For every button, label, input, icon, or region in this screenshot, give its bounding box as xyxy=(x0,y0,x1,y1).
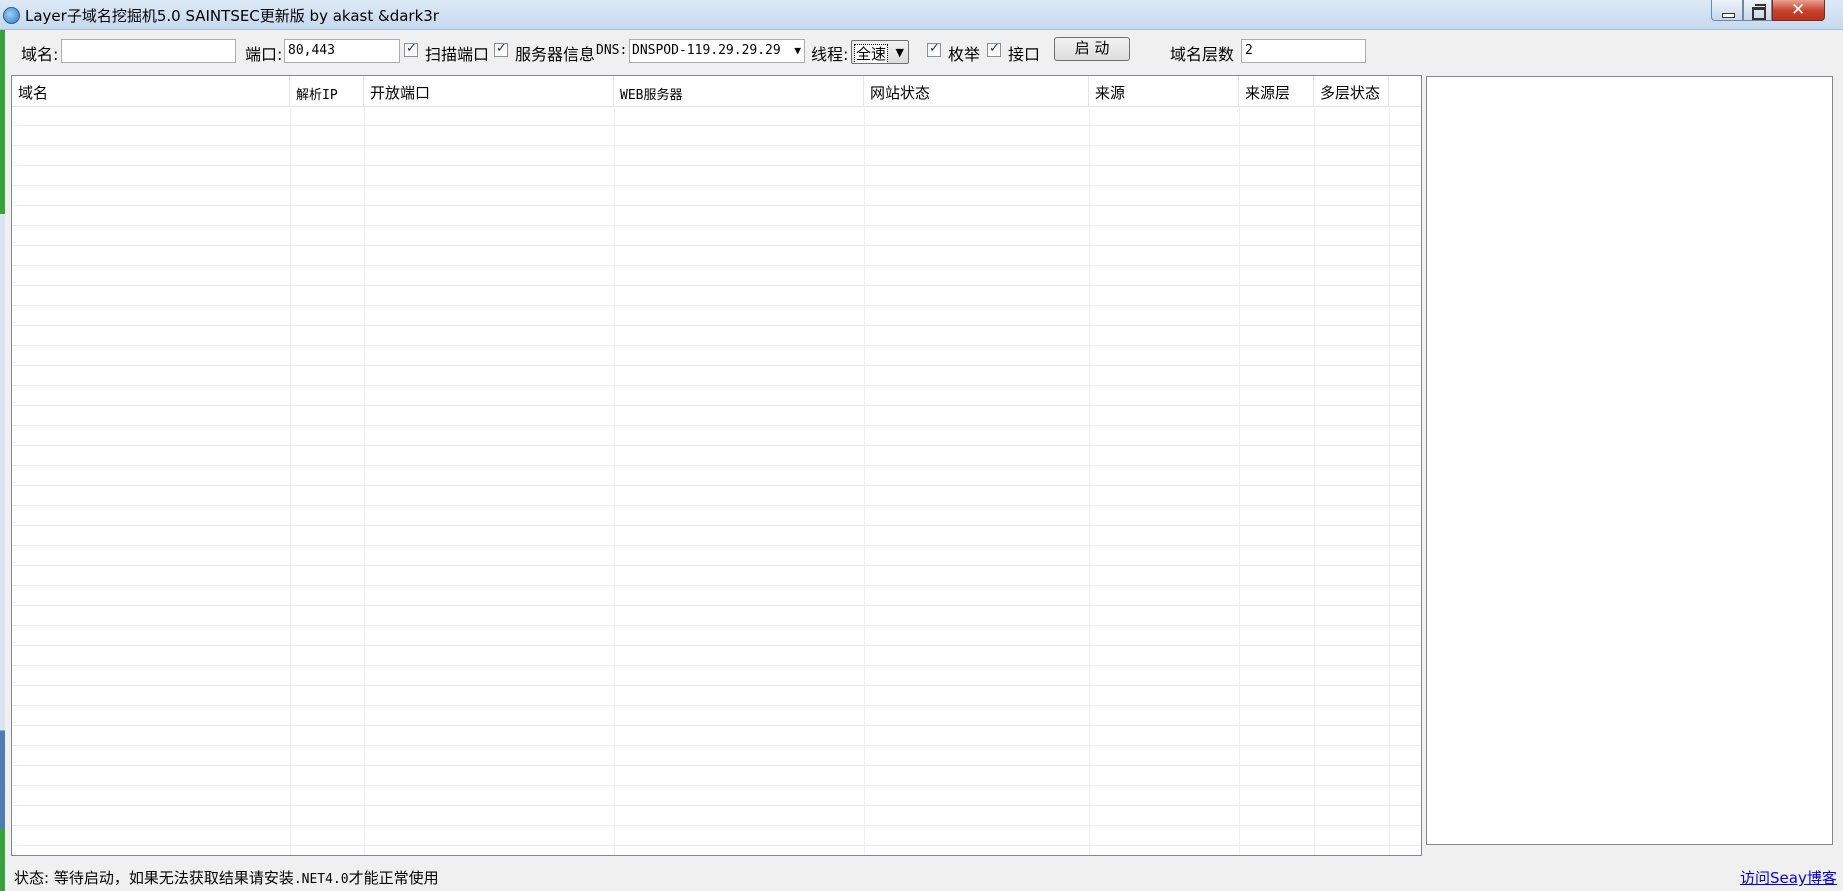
column-header-source[interactable]: 来源 xyxy=(1089,76,1239,106)
column-divider xyxy=(1314,106,1315,855)
app-window: Layer子域名挖掘机5.0 SAINTSEC更新版 by akast &dar… xyxy=(0,0,1843,891)
title-bar[interactable]: Layer子域名挖掘机5.0 SAINTSEC更新版 by akast &dar… xyxy=(0,0,1843,30)
log-textarea[interactable] xyxy=(1426,76,1833,845)
dns-label: DNS: xyxy=(596,43,628,58)
status-net-version: .NET4.0 xyxy=(293,872,349,887)
seay-blog-link[interactable]: 访问Seay博客 xyxy=(1740,867,1837,888)
column-divider xyxy=(290,106,291,855)
app-icon xyxy=(3,7,20,24)
domain-input[interactable] xyxy=(61,39,236,63)
chevron-down-icon: ▼ xyxy=(794,44,801,57)
results-table[interactable]: 域名 解析IP 开放端口 WEB服务器 网站状态 来源 来源层 多层状态 xyxy=(11,75,1422,856)
server-info-checkbox[interactable] xyxy=(494,41,508,57)
toolbar: 域名: 端口: 80,443 扫描端口 服务器信息 DNS: DNSPOD-11… xyxy=(0,30,1843,72)
column-divider xyxy=(1239,106,1240,855)
column-divider xyxy=(1089,106,1090,855)
enum-checkbox[interactable] xyxy=(927,41,941,57)
depth-label: 域名层数 xyxy=(1170,45,1235,64)
status-prefix: 状态: 等待启动，如果无法获取结果请安装 xyxy=(14,869,294,887)
column-divider xyxy=(364,106,365,855)
enum-label: 枚举 xyxy=(948,45,981,64)
status-text: 状态: 等待启动，如果无法获取结果请安装.NET4.0才能正常使用 xyxy=(14,867,439,888)
close-button[interactable] xyxy=(1772,0,1825,21)
minimize-button[interactable] xyxy=(1711,0,1743,21)
dns-select-value: DNSPOD-119.29.29.29 xyxy=(632,43,781,58)
scan-port-checkbox[interactable] xyxy=(404,41,418,57)
column-header-ip[interactable]: 解析IP xyxy=(290,76,364,106)
column-header-web-server[interactable]: WEB服务器 xyxy=(614,76,864,106)
left-accent-strip xyxy=(0,0,5,891)
chevron-down-icon: ▼ xyxy=(895,46,904,59)
maximize-button[interactable] xyxy=(1743,0,1772,21)
column-divider xyxy=(614,106,615,855)
column-divider xyxy=(1389,106,1390,855)
dns-select[interactable]: DNSPOD-119.29.29.29 ▼ xyxy=(629,39,805,63)
start-button[interactable]: 启 动 xyxy=(1054,37,1130,61)
port-input[interactable]: 80,443 xyxy=(284,39,400,63)
scan-port-label: 扫描端口 xyxy=(425,45,490,64)
port-label: 端口: xyxy=(245,45,283,64)
api-label: 接口 xyxy=(1008,45,1041,64)
column-header-source-level[interactable]: 来源层 xyxy=(1239,76,1314,106)
window-title: Layer子域名挖掘机5.0 SAINTSEC更新版 by akast &dar… xyxy=(25,7,439,25)
thread-select-value: 全速 xyxy=(854,44,889,63)
table-body xyxy=(12,106,1421,855)
column-divider xyxy=(864,106,865,855)
api-checkbox[interactable] xyxy=(987,41,1001,57)
depth-input[interactable]: 2 xyxy=(1241,39,1366,63)
server-info-label: 服务器信息 xyxy=(515,45,596,64)
thread-label: 线程: xyxy=(811,45,849,64)
column-header-multilevel-status[interactable]: 多层状态 xyxy=(1314,76,1389,106)
column-header-site-status[interactable]: 网站状态 xyxy=(864,76,1089,106)
column-header-open-ports[interactable]: 开放端口 xyxy=(364,76,614,106)
domain-label: 域名: xyxy=(21,45,59,64)
column-header-domain[interactable]: 域名 xyxy=(12,76,290,106)
table-header: 域名 解析IP 开放端口 WEB服务器 网站状态 来源 来源层 多层状态 xyxy=(12,76,1421,107)
thread-select[interactable]: 全速 ▼ xyxy=(851,40,909,64)
status-bar: 状态: 等待启动，如果无法获取结果请安装.NET4.0才能正常使用 访问Seay… xyxy=(0,861,1843,891)
status-suffix: 才能正常使用 xyxy=(348,869,439,887)
